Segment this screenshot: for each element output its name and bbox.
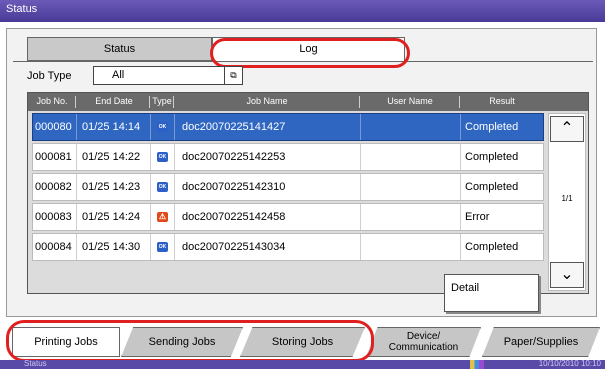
result: Completed xyxy=(465,181,519,193)
column-separator xyxy=(150,174,151,200)
column-separator xyxy=(360,174,361,200)
header-type: Type xyxy=(152,96,172,106)
column-separator xyxy=(76,114,77,140)
job-number: 000080 xyxy=(35,121,72,133)
scroll-up-button[interactable]: ⌃ xyxy=(550,116,584,142)
job-type-value: All xyxy=(112,69,125,81)
column-separator xyxy=(174,174,175,200)
table-header: Job No. End Date Type Job Name User Name… xyxy=(28,93,588,111)
job-name: doc20070225142310 xyxy=(182,181,286,193)
header-user-name: User Name xyxy=(387,96,433,106)
column-separator xyxy=(150,204,151,230)
header-job-no: Job No. xyxy=(36,96,68,106)
column-separator xyxy=(150,234,151,260)
status-bar: Status 10/10/2010 10:10 xyxy=(0,359,605,369)
column-separator xyxy=(460,114,461,140)
column-separator xyxy=(76,204,77,230)
column-separator xyxy=(174,114,175,140)
job-number: 000084 xyxy=(35,241,72,253)
column-separator xyxy=(174,204,175,230)
table-row[interactable]: 000082 01/25 14:23 OK doc20070225142310 … xyxy=(32,173,544,201)
print-ok-icon: OK xyxy=(157,242,168,252)
tab-divider xyxy=(13,61,593,62)
main-panel: Status Log Job Type All ⧉ Job No. End Da… xyxy=(6,28,597,317)
job-name: doc20070225143034 xyxy=(182,241,286,253)
job-name: doc20070225142253 xyxy=(182,151,286,163)
column-separator xyxy=(76,234,77,260)
warning-icon: ⚠ xyxy=(157,212,168,222)
job-name: doc20070225142458 xyxy=(182,211,286,223)
job-type-label: Job Type xyxy=(27,70,72,82)
tab-device-line2: Communication xyxy=(388,342,459,353)
header-separator xyxy=(75,96,76,108)
table-row[interactable]: 000081 01/25 14:22 OK doc20070225142253 … xyxy=(32,143,544,171)
job-log-table: Job No. End Date Type Job Name User Name… xyxy=(27,92,589,294)
result: Completed xyxy=(465,241,519,253)
tab-sending-jobs[interactable]: Sending Jobs xyxy=(121,327,243,357)
tab-storing-jobs[interactable]: Storing Jobs xyxy=(240,327,365,357)
result: Completed xyxy=(465,151,519,163)
column-separator xyxy=(150,114,151,140)
end-date: 01/25 14:30 xyxy=(82,241,141,253)
tab-paper-supplies[interactable]: Paper/Supplies xyxy=(482,327,600,357)
job-type-select[interactable]: All ⧉ xyxy=(93,66,243,85)
table-row[interactable]: 000080 01/25 14:14 OK doc20070225141427 … xyxy=(32,113,544,141)
print-ok-icon: OK xyxy=(157,152,168,162)
clock: 10/10/2010 10:10 xyxy=(538,359,601,368)
job-number: 000081 xyxy=(35,151,72,163)
header-job-name: Job Name xyxy=(246,96,288,106)
tab-device-communication[interactable]: Device/ Communication xyxy=(366,327,481,357)
chevron-down-icon[interactable]: ⧉ xyxy=(224,67,242,84)
table-row[interactable]: 000084 01/25 14:30 OK doc20070225143034 … xyxy=(32,233,544,261)
end-date: 01/25 14:24 xyxy=(82,211,141,223)
column-separator xyxy=(460,204,461,230)
print-ok-icon: OK xyxy=(157,122,168,132)
tab-printing-jobs[interactable]: Printing Jobs xyxy=(12,327,120,357)
result: Completed xyxy=(465,121,519,133)
column-separator xyxy=(174,144,175,170)
network-icon xyxy=(470,360,484,369)
column-separator xyxy=(460,234,461,260)
detail-button[interactable]: Detail xyxy=(444,274,539,312)
column-separator xyxy=(76,144,77,170)
page-indicator: 1/1 xyxy=(561,194,573,203)
chevron-up-icon: ⌃ xyxy=(560,120,574,137)
column-separator xyxy=(360,234,361,260)
column-separator xyxy=(150,144,151,170)
column-separator xyxy=(174,234,175,260)
scroll-down-button[interactable]: ⌄ xyxy=(550,262,584,288)
job-number: 000083 xyxy=(35,211,72,223)
end-date: 01/25 14:22 xyxy=(82,151,141,163)
chevron-down-icon: ⌄ xyxy=(560,266,574,283)
tab-status[interactable]: Status xyxy=(27,37,212,61)
result: Error xyxy=(465,211,490,223)
column-separator xyxy=(360,144,361,170)
window-title: Status xyxy=(0,0,605,22)
scroll-panel: ⌃ 1/1 ⌄ xyxy=(548,113,586,291)
table-row[interactable]: 000083 01/25 14:24 ⚠ doc20070225142458 E… xyxy=(32,203,544,231)
column-separator xyxy=(460,174,461,200)
header-end-date: End Date xyxy=(95,96,133,106)
job-name: doc20070225141427 xyxy=(182,121,286,133)
end-date: 01/25 14:14 xyxy=(82,121,141,133)
column-separator xyxy=(76,174,77,200)
column-separator xyxy=(460,144,461,170)
column-separator xyxy=(360,114,361,140)
tab-log[interactable]: Log xyxy=(212,37,405,62)
header-result: Result xyxy=(489,96,515,106)
column-separator xyxy=(360,204,361,230)
status-bar-label: Status xyxy=(24,359,47,368)
job-number: 000082 xyxy=(35,181,72,193)
tab-device-line1: Device/ xyxy=(406,331,441,342)
print-ok-icon: OK xyxy=(157,182,168,192)
end-date: 01/25 14:23 xyxy=(82,181,141,193)
